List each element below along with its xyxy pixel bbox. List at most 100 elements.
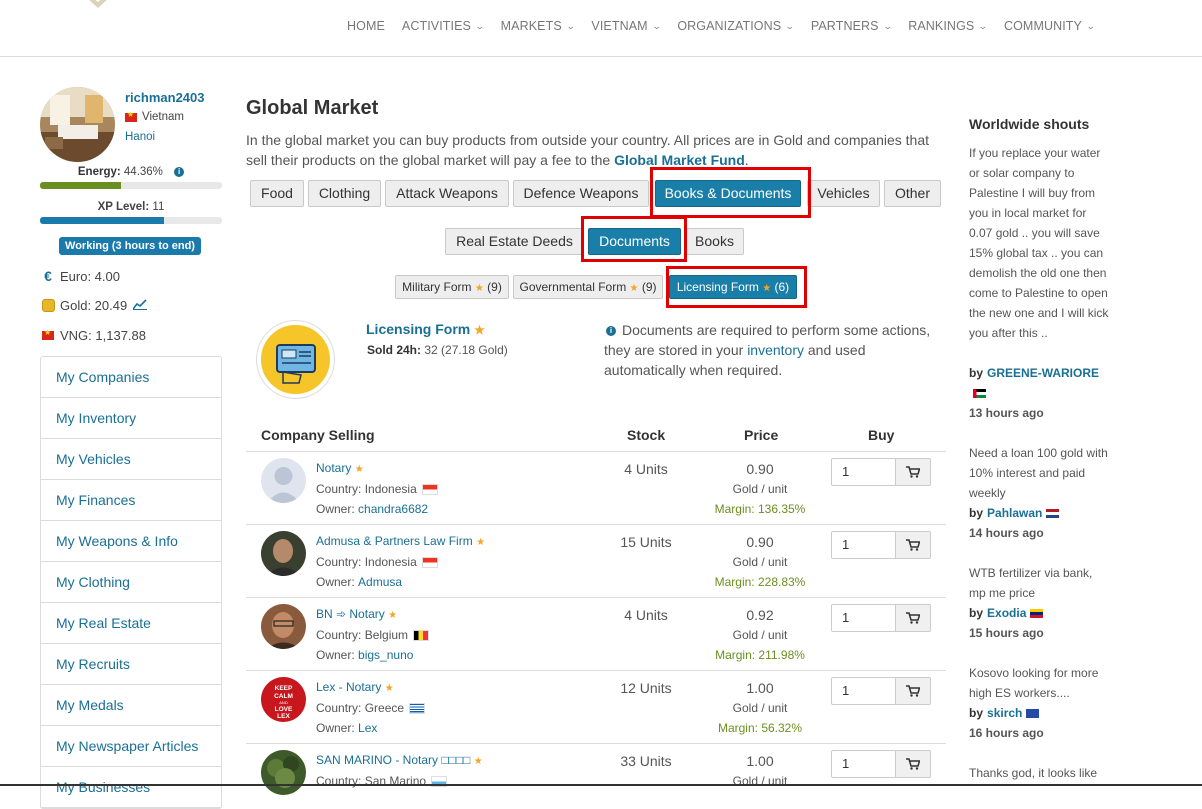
nav-community-label: COMMUNITY [1003,19,1082,33]
gold-icon [40,299,56,312]
country-caption: Country: [316,482,362,496]
nav-vietnam[interactable]: VIETNAM ⌄ [591,19,661,33]
table-row-seller-name[interactable]: Lex - Notary ★ [316,680,394,694]
global-market-fund-link[interactable]: Global Market Fund [614,152,745,168]
column-header-price: Price [744,427,779,443]
nav-community[interactable]: COMMUNITY ⌄ [1003,19,1096,33]
sidebar-item-my-vehicles[interactable]: My Vehicles [41,439,221,480]
buy-button[interactable] [896,750,931,778]
vng-balance: VNG: 1,137.88 [40,328,146,343]
shout-author-link[interactable]: Pahlawan [987,506,1042,520]
user-city-link[interactable]: Hanoi [125,131,155,143]
cart-icon [906,612,920,624]
shout-author-link[interactable]: GREENE-WARIORE [987,366,1099,380]
euro-balance: € Euro: 4.00 [40,268,120,284]
nav-partners[interactable]: PARTNERS ⌄ [811,19,892,33]
sidebar-item-my-clothing[interactable]: My Clothing [41,562,221,603]
star-icon: ★ [384,683,394,694]
chevron-down-icon: ⌄ [978,20,989,31]
owner-link[interactable]: chandra6682 [358,502,428,516]
sidebar-item-my-real-estate[interactable]: My Real Estate [41,603,221,644]
tab-attack-weapons[interactable]: Attack Weapons [385,180,509,207]
quantity-input[interactable]: 1 [831,531,896,559]
table-row-seller-name[interactable]: Admusa & Partners Law Firm ★ [316,534,485,548]
quantity-input[interactable]: 1 [831,750,896,778]
seller-avatar[interactable] [261,531,306,576]
table-row-seller-name[interactable]: BN ➾ Notary ★ [316,607,397,621]
shout-author-link[interactable]: Exodia [987,606,1026,620]
sidebar-item-my-medals[interactable]: My Medals [41,685,221,726]
nav-activities[interactable]: ACTIVITIES ⌄ [402,19,485,33]
xp-caption: XP Level: [97,201,150,213]
xp-bar [40,217,222,224]
user-avatar[interactable] [40,87,115,162]
tab-other[interactable]: Other [884,180,941,207]
buy-button[interactable] [896,531,931,559]
user-country: Vietnam [125,110,184,123]
energy-label: Energy: 44.36% i [40,166,222,178]
site-logo[interactable] [70,0,126,18]
sidebar-item-my-finances[interactable]: My Finances [41,480,221,521]
filter-military-form[interactable]: Military Form ★ (9) [395,275,509,299]
inventory-link[interactable]: inventory [747,342,804,358]
owner-link[interactable]: Lex [358,721,377,735]
cart-icon [906,466,920,478]
buy-button[interactable] [896,677,931,705]
highlight-box [650,167,811,218]
nav-home-label: HOME [347,19,385,33]
shout-author-link[interactable]: skirch [987,706,1022,720]
nav-home[interactable]: HOME [347,19,385,33]
price-unit: Gold / unit [732,482,788,496]
quantity-input[interactable]: 1 [831,458,896,486]
subtab-real-estate-deeds[interactable]: Real Estate Deeds [445,228,584,255]
price-unit: Gold / unit [732,628,788,642]
quantity-input[interactable]: 1 [831,604,896,632]
margin-value: Margin: 56.32% [717,721,803,735]
info-icon[interactable]: i [174,166,185,177]
tab-clothing[interactable]: Clothing [308,180,381,207]
filter-governmental-form[interactable]: Governmental Form ★ (9) [513,275,663,299]
buy-button[interactable] [896,458,931,486]
military-form-count: (9) [487,280,502,294]
buy-button[interactable] [896,604,931,632]
tab-defence-weapons[interactable]: Defence Weapons [513,180,649,207]
product-name[interactable]: Licensing Form ★ [366,321,485,337]
tab-vehicles[interactable]: Vehicles [807,180,880,207]
sidebar-item-my-inventory[interactable]: My Inventory [41,398,221,439]
nav-rankings[interactable]: RANKINGS ⌄ [908,19,989,33]
sidebar-item-my-weapons[interactable]: My Weapons & Info [41,521,221,562]
chevron-down-icon: ⌄ [474,20,485,31]
shout-author: by Pahlawan [969,506,1060,520]
seller-avatar[interactable] [261,458,306,503]
nav-markets[interactable]: MARKETS ⌄ [501,19,576,33]
star-icon: ★ [476,537,486,548]
stock-value: 4 Units [624,607,668,623]
nav-organizations[interactable]: ORGANIZATIONS ⌄ [677,19,795,33]
quantity-input[interactable]: 1 [831,677,896,705]
seller-avatar[interactable]: KEEP CALM AND LOVE LEX [261,677,306,722]
seller-country: Country: Greece [316,701,426,715]
sidebar-item-my-newspaper-articles[interactable]: My Newspaper Articles [41,726,221,767]
seller-name-text: Notary [316,461,352,475]
column-header-company: Company Selling [261,427,375,443]
sidebar-item-my-recruits[interactable]: My Recruits [41,644,221,685]
sidebar-item-my-businesses[interactable]: My Businesses [41,767,221,808]
seller-avatar[interactable] [261,604,306,649]
licensing-form-product-icon [257,321,334,398]
owner-link[interactable]: bigs_nuno [358,648,413,662]
tab-food[interactable]: Food [250,180,304,207]
sidebar-item-my-companies[interactable]: My Companies [41,357,221,398]
table-row-seller-name[interactable]: SAN MARINO - Notary □□□□ ★ [316,753,483,767]
working-status-badge[interactable]: Working (3 hours to end) [59,237,201,255]
seller-avatar[interactable] [261,750,306,795]
shouts-title: Worldwide shouts [969,116,1090,132]
username-link[interactable]: richman2403 [125,90,205,105]
seller-name-text: Lex - Notary [316,680,382,694]
subtab-books[interactable]: Books [685,228,744,255]
chart-icon[interactable] [132,298,148,313]
owner-link[interactable]: Admusa [358,575,402,589]
indonesia-flag-icon [421,483,438,495]
table-row-seller-name[interactable]: Notary ★ [316,461,364,475]
seller-name-text: BN ➾ Notary [316,607,385,621]
country-name: Indonesia [364,555,417,569]
